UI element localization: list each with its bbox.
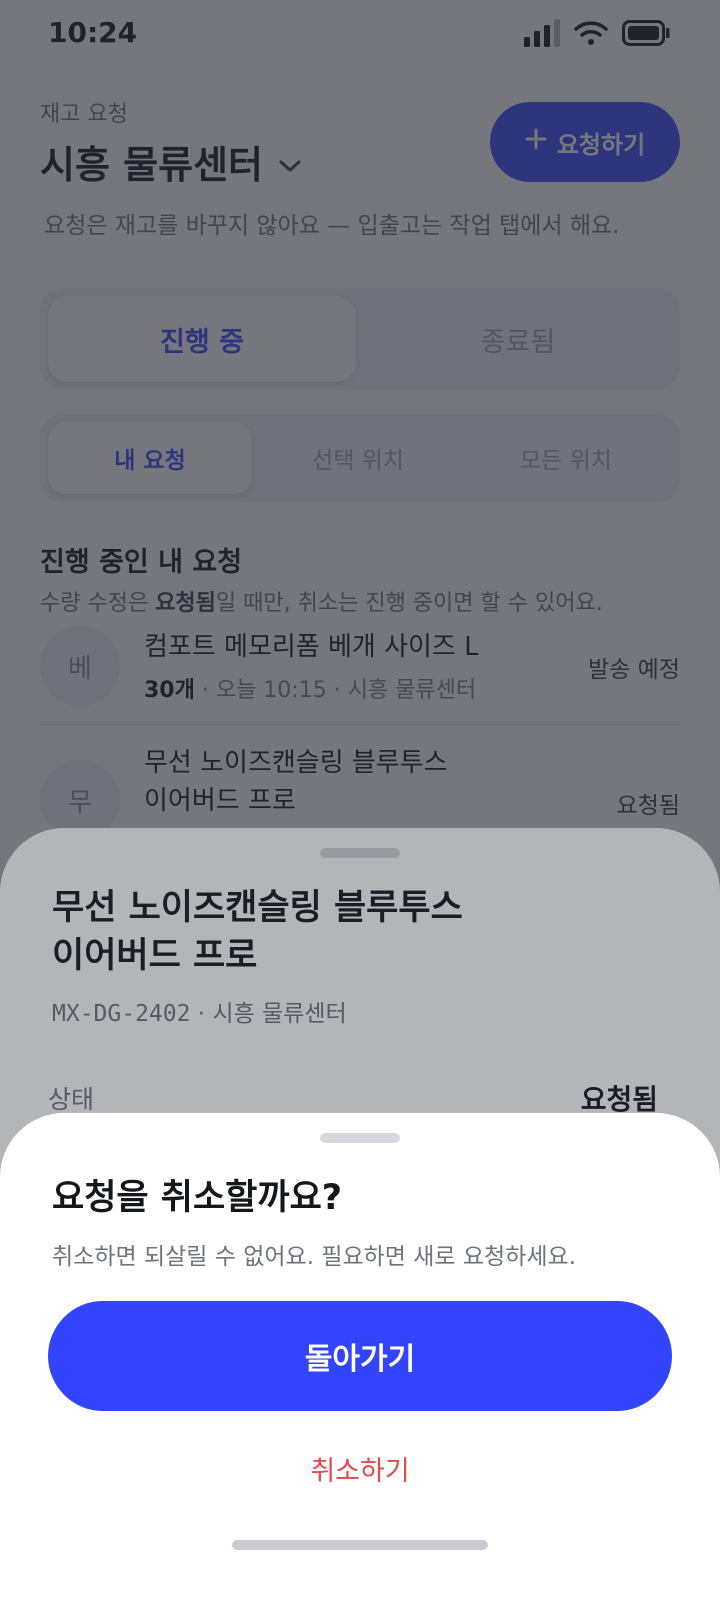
cancel-confirm-sheet: 요청을 취소할까요? 취소하면 되살릴 수 없어요. 필요하면 새로 요청하세요… [0,1113,720,1600]
confirm-title: 요청을 취소할까요? [52,1178,343,1218]
confirm-body: 취소하면 되살릴 수 없어요. 필요하면 새로 요청하세요. [52,1244,577,1270]
home-indicator [232,1540,488,1550]
go-back-button[interactable]: 돌아가기 [48,1301,672,1411]
sheet-grabber[interactable] [320,1133,400,1143]
cancel-request-button[interactable]: 취소하기 [0,1449,720,1488]
